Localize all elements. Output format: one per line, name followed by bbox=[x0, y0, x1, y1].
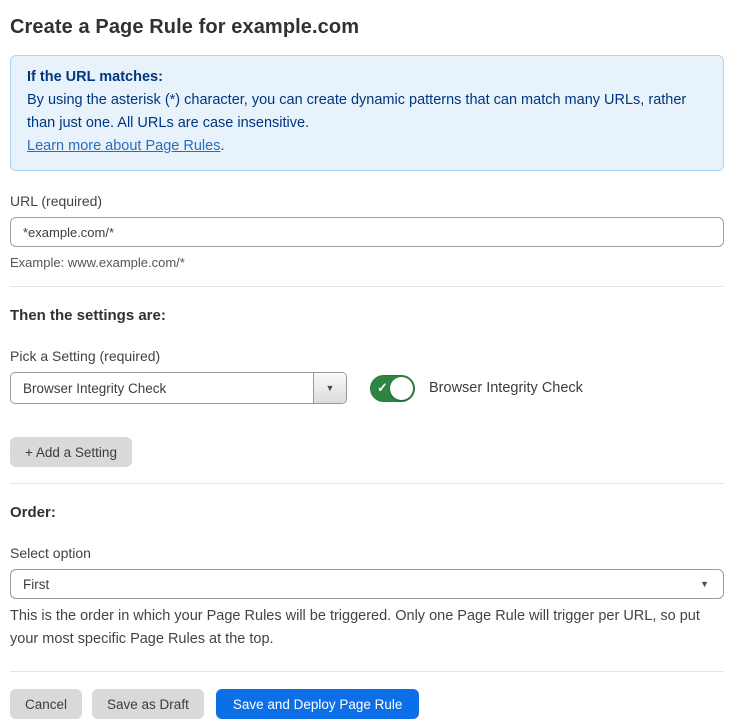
dropdown-arrow-icon[interactable]: ▼ bbox=[313, 373, 346, 403]
setting-select-value: Browser Integrity Check bbox=[11, 373, 313, 403]
divider bbox=[10, 286, 724, 287]
toggle-knob bbox=[390, 377, 413, 400]
pick-setting-label: Pick a Setting (required) bbox=[10, 348, 724, 364]
info-box-link-line: Learn more about Page Rules. bbox=[27, 135, 707, 158]
order-select[interactable]: First ▼ bbox=[10, 569, 724, 599]
settings-section-heading: Then the settings are: bbox=[10, 307, 724, 324]
dropdown-arrow-icon: ▼ bbox=[700, 579, 709, 589]
setting-row: Browser Integrity Check ▼ ✓ Browser Inte… bbox=[10, 372, 724, 404]
order-helper-text: This is the order in which your Page Rul… bbox=[10, 605, 724, 651]
save-deploy-button[interactable]: Save and Deploy Page Rule bbox=[216, 689, 420, 719]
add-setting-button[interactable]: + Add a Setting bbox=[10, 437, 132, 467]
save-draft-button[interactable]: Save as Draft bbox=[92, 689, 204, 719]
order-select-label: Select option bbox=[10, 545, 724, 561]
page-title: Create a Page Rule for example.com bbox=[10, 16, 724, 39]
toggle-label: Browser Integrity Check bbox=[429, 380, 583, 396]
url-matches-info-box: If the URL matches: By using the asteris… bbox=[10, 55, 724, 171]
create-page-rule-form: Create a Page Rule for example.com If th… bbox=[0, 0, 742, 719]
divider bbox=[10, 671, 724, 672]
learn-more-link[interactable]: Learn more about Page Rules bbox=[27, 138, 220, 154]
link-suffix: . bbox=[220, 138, 224, 154]
url-input[interactable] bbox=[10, 217, 724, 247]
setting-toggle[interactable]: ✓ bbox=[370, 375, 415, 402]
divider bbox=[10, 483, 724, 484]
check-icon: ✓ bbox=[377, 381, 388, 394]
url-helper-text: Example: www.example.com/* bbox=[10, 255, 724, 270]
url-label: URL (required) bbox=[10, 193, 724, 209]
info-box-heading: If the URL matches: bbox=[27, 66, 707, 89]
order-select-value: First bbox=[23, 577, 49, 592]
cancel-button[interactable]: Cancel bbox=[10, 689, 82, 719]
setting-select[interactable]: Browser Integrity Check ▼ bbox=[10, 372, 347, 404]
footer-actions: Cancel Save as Draft Save and Deploy Pag… bbox=[10, 689, 724, 719]
order-section-heading: Order: bbox=[10, 504, 724, 521]
info-box-body: By using the asterisk (*) character, you… bbox=[27, 89, 707, 135]
